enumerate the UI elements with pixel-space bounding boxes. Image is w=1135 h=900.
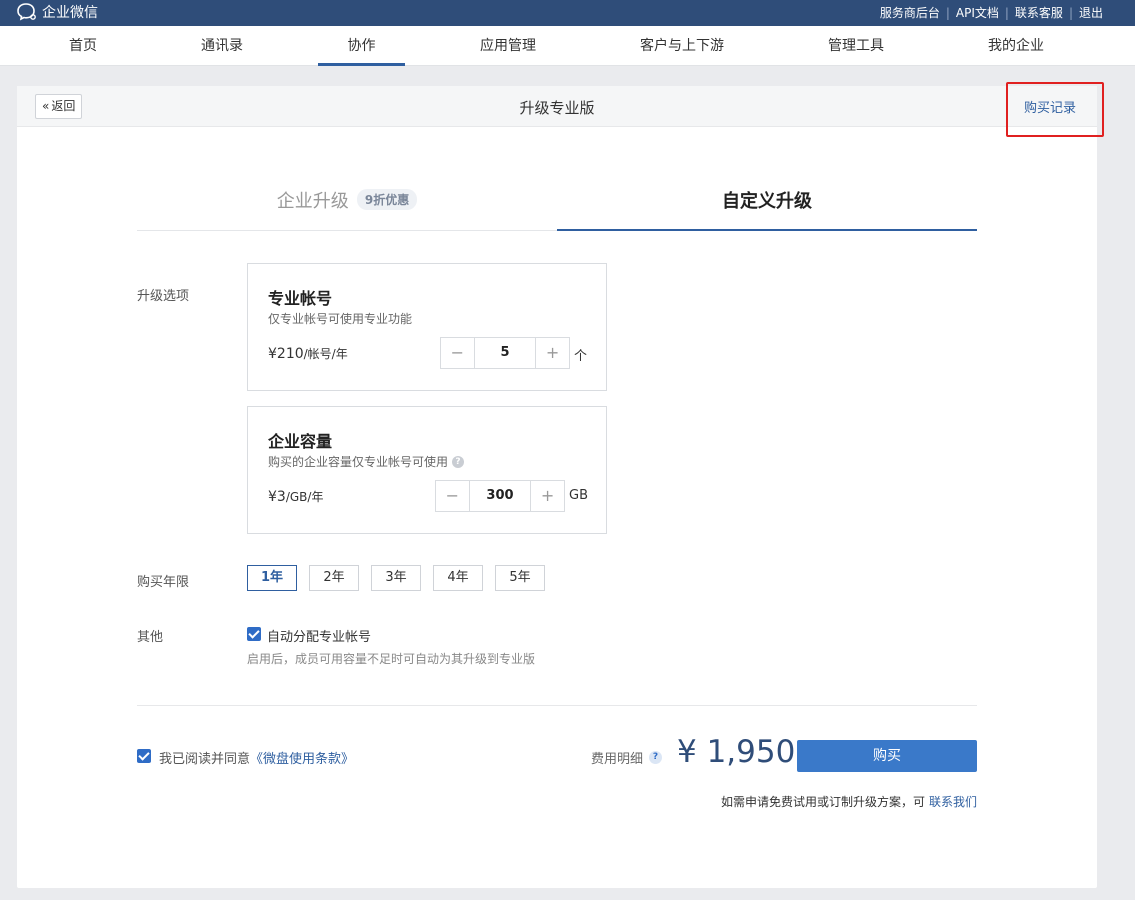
footer-note-text: 如需申请免费试用或订制升级方案，可 xyxy=(720,795,925,809)
top-links: 服务商后台 | API文档 | 联系客服 | 退出 xyxy=(880,4,1103,21)
upgrade-options-label: 升级选项 xyxy=(137,289,190,304)
year-option-3[interactable]: 3年 xyxy=(371,565,421,591)
account-quantity-input[interactable]: 5 xyxy=(473,338,537,368)
card-description: 购买的企业容量仅专业帐号可使用 ? xyxy=(268,453,465,470)
storage-unit: GB xyxy=(569,488,588,503)
price-value: ¥210 xyxy=(268,346,304,362)
separator: | xyxy=(945,5,950,20)
nav-home[interactable]: 首页 xyxy=(48,26,118,66)
card-title: 专业帐号 xyxy=(268,289,333,308)
card-title: 企业容量 xyxy=(268,432,333,451)
card-desc-text: 购买的企业容量仅专业帐号可使用 xyxy=(268,455,449,469)
price-unit: /帐号/年 xyxy=(303,347,348,361)
app-logo[interactable]: 企业微信 xyxy=(16,2,98,22)
increment-button[interactable]: + xyxy=(536,338,569,368)
page-title: 升级专业版 xyxy=(519,99,595,117)
auto-assign-checkbox[interactable] xyxy=(247,627,261,641)
terms-link[interactable]: 《微盘使用条款》 xyxy=(250,752,354,767)
divider xyxy=(137,705,977,706)
fee-details-label: 费用明细 xyxy=(591,752,644,767)
total-price: ¥ 1,950 xyxy=(677,734,796,770)
nav-collaboration[interactable]: 协作 xyxy=(318,26,405,66)
decrement-button[interactable]: − xyxy=(441,338,474,368)
year-option-5[interactable]: 5年 xyxy=(495,565,545,591)
discount-badge: 9折优惠 xyxy=(356,189,418,210)
tab-enterprise-label: 企业升级 xyxy=(276,191,349,212)
app-name: 企业微信 xyxy=(42,5,98,21)
fee-details: 费用明细 ? xyxy=(591,748,663,767)
quantity-unit: 个 xyxy=(574,349,588,364)
price-value: ¥3 xyxy=(268,489,286,505)
service-provider-link[interactable]: 服务商后台 xyxy=(880,4,940,21)
separator: | xyxy=(1004,5,1009,20)
storage-quantity-stepper: − 300 + xyxy=(435,480,565,512)
highlight-box xyxy=(1006,82,1104,137)
enterprise-storage-card: 企业容量 购买的企业容量仅专业帐号可使用 ? ¥3/GB/年 − 300 + G… xyxy=(247,406,607,534)
year-option-4[interactable]: 4年 xyxy=(433,565,483,591)
card-description: 仅专业帐号可使用专业功能 xyxy=(268,310,412,327)
main-nav: 首页 通讯录 协作 应用管理 客户与上下游 管理工具 我的企业 xyxy=(0,26,1135,66)
price-unit: /GB/年 xyxy=(285,490,324,504)
nav-customers[interactable]: 客户与上下游 xyxy=(630,26,734,66)
tab-enterprise-upgrade[interactable]: 企业升级 9折优惠 xyxy=(137,187,557,231)
year-option-1[interactable]: 1年 xyxy=(247,565,297,591)
api-docs-link[interactable]: API文档 xyxy=(956,4,999,21)
panel-header: « 返回 升级专业版 购买记录 xyxy=(17,82,1104,137)
decrement-button[interactable]: − xyxy=(436,481,469,511)
wecom-logo-icon xyxy=(17,3,36,21)
nav-contacts[interactable]: 通讯录 xyxy=(187,26,257,66)
tab-custom-label: 自定义升级 xyxy=(722,191,812,212)
card-price: ¥3/GB/年 xyxy=(268,488,323,505)
nav-app-management[interactable]: 应用管理 xyxy=(470,26,546,66)
agree-terms-text: 我已阅读并同意《微盘使用条款》 xyxy=(159,748,354,767)
auto-assign-label[interactable]: 自动分配专业帐号 xyxy=(267,626,371,645)
contact-us-link[interactable]: 联系我们 xyxy=(929,795,977,809)
card-price: ¥210/帐号/年 xyxy=(268,345,348,362)
card-desc-text: 仅专业帐号可使用专业功能 xyxy=(268,312,413,326)
nav-management-tools[interactable]: 管理工具 xyxy=(818,26,894,66)
upgrade-panel: « 返回 升级专业版 购买记录 企业升级 9折优惠 自定义升级 升级选项 专业帐… xyxy=(17,82,1104,888)
nav-my-company[interactable]: 我的企业 xyxy=(978,26,1054,66)
help-icon[interactable]: ? xyxy=(452,455,465,468)
increment-button[interactable]: + xyxy=(531,481,564,511)
buy-button[interactable]: 购买 xyxy=(797,740,977,772)
duration-label: 购买年限 xyxy=(137,575,190,590)
account-quantity-stepper: − 5 + xyxy=(440,337,570,369)
contact-support-link[interactable]: 联系客服 xyxy=(1015,4,1063,21)
year-option-2[interactable]: 2年 xyxy=(309,565,359,591)
logout-link[interactable]: 退出 xyxy=(1079,4,1103,21)
fee-help-icon[interactable]: ? xyxy=(649,751,663,764)
other-label: 其他 xyxy=(137,630,164,645)
agree-prefix: 我已阅读并同意 xyxy=(159,752,251,767)
tab-custom-upgrade[interactable]: 自定义升级 xyxy=(557,187,977,231)
top-bar: 企业微信 服务商后台 | API文档 | 联系客服 | 退出 xyxy=(0,0,1135,26)
footer-note: 如需申请免费试用或订制升级方案，可 联系我们 xyxy=(721,793,977,810)
storage-quantity-input[interactable]: 300 xyxy=(468,481,532,511)
separator: | xyxy=(1068,5,1073,20)
agree-terms-checkbox[interactable] xyxy=(137,749,151,763)
auto-assign-hint: 启用后，成员可用容量不足时可自动为其升级到专业版 xyxy=(247,652,536,666)
pro-account-card: 专业帐号 仅专业帐号可使用专业功能 ¥210/帐号/年 − 5 + 个 xyxy=(247,263,607,391)
